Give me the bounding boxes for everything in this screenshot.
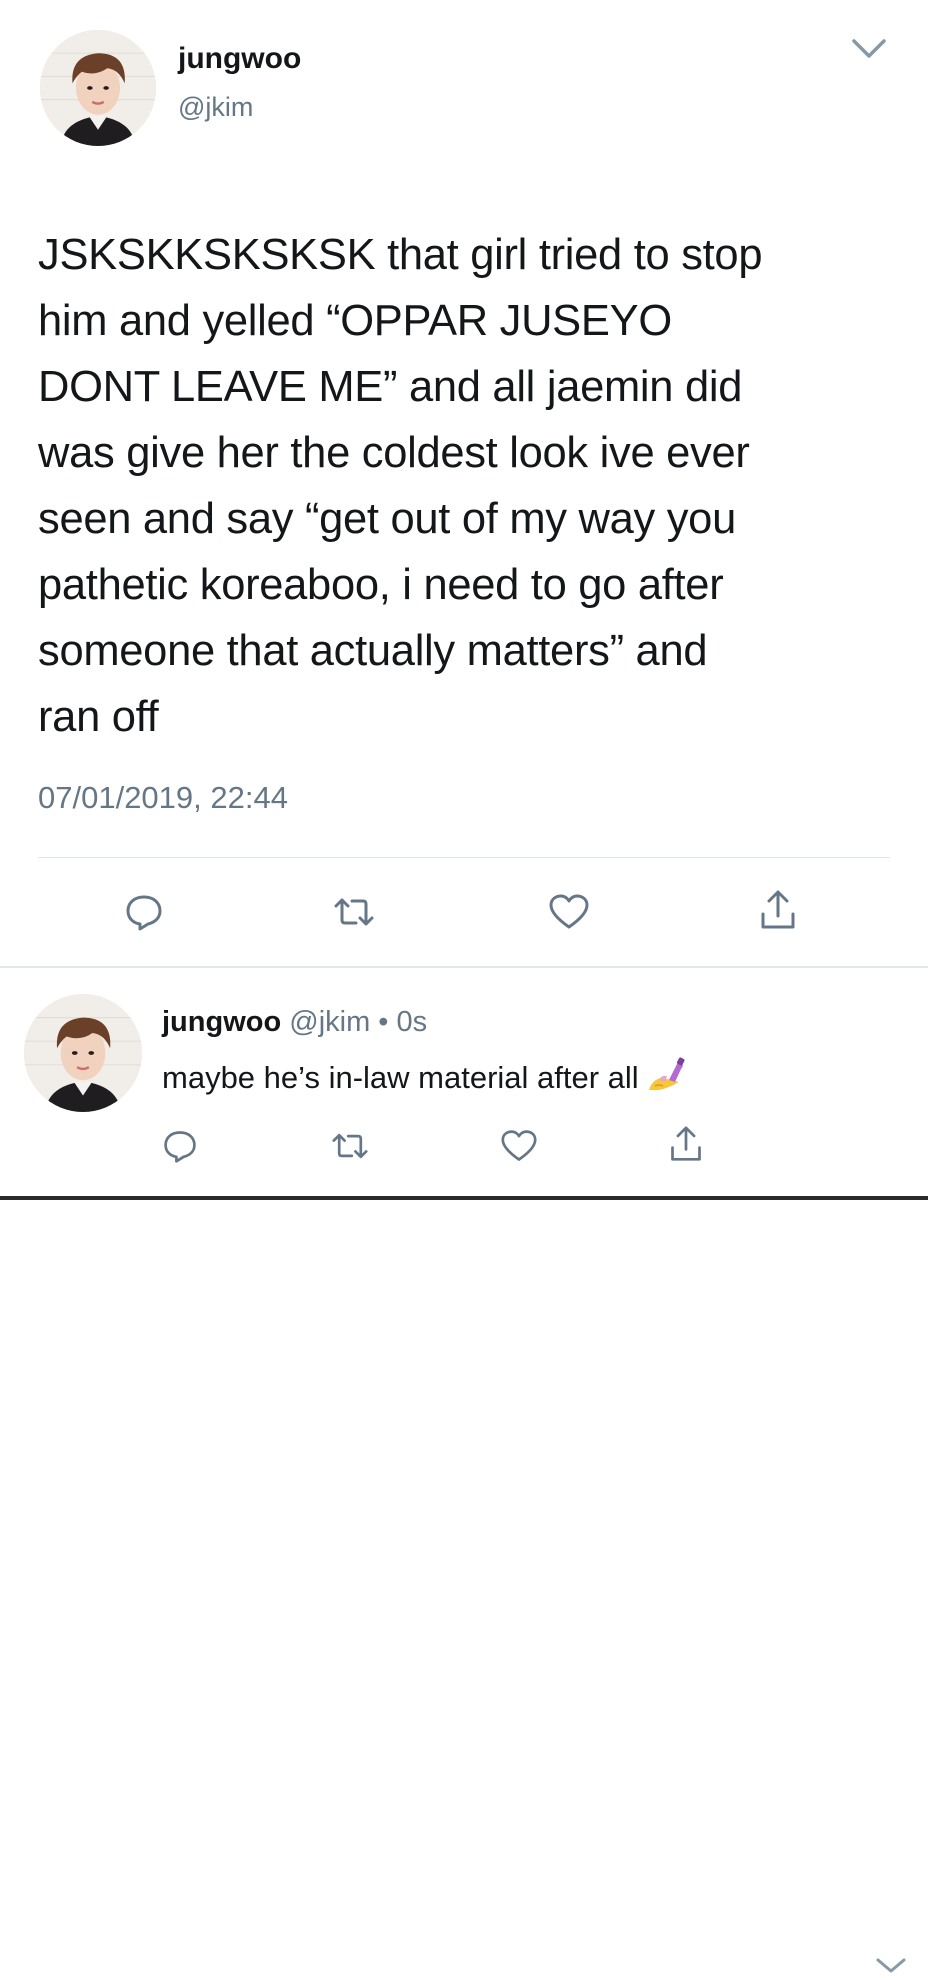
tweet-timestamp[interactable]: 07/01/2019, 22:44: [38, 780, 288, 816]
reply-text-content: maybe he’s in-law material after all: [162, 1060, 639, 1095]
like-icon[interactable]: [500, 1128, 538, 1164]
retweet-icon[interactable]: [332, 892, 376, 932]
divider: [38, 857, 890, 858]
reply-icon[interactable]: [162, 1128, 198, 1164]
avatar[interactable]: [24, 994, 142, 1112]
share-icon[interactable]: [668, 1124, 704, 1164]
tweet-text-line: JSKSKKSKSKSK that girl tried to stop: [38, 231, 763, 279]
separator-dot: •: [378, 1006, 389, 1038]
reply-text: maybe he’s in-law material after all: [162, 1056, 689, 1096]
reply-header: jungwoo @jkim • 0s: [162, 1006, 427, 1039]
tweet-text-line: pathetic koreaboo, i need to go after: [38, 561, 724, 609]
main-tweet: jungwoo @jkim JSKSKKSKSKSK that girl tri…: [0, 0, 928, 968]
tweet-text-line: DONT LEAVE ME” and all jaemin did: [38, 363, 743, 411]
avatar[interactable]: [40, 30, 156, 146]
tweet-text-line: was give her the coldest look ive ever: [38, 429, 750, 477]
avatar-image: [40, 30, 156, 146]
chevron-down-icon[interactable]: [850, 36, 888, 62]
nail-polish-icon: [645, 1056, 689, 1096]
user-handle[interactable]: @jkim: [289, 1006, 370, 1038]
avatar-image: [24, 994, 142, 1112]
chevron-down-icon[interactable]: [874, 1956, 908, 1976]
display-name[interactable]: jungwoo: [178, 42, 301, 76]
tweet-text-line: ran off: [38, 693, 159, 741]
share-icon[interactable]: [758, 888, 798, 932]
display-name[interactable]: jungwoo: [162, 1006, 281, 1038]
retweet-icon[interactable]: [330, 1128, 370, 1164]
tweet-text-line: seen and say “get out of my way you: [38, 495, 736, 543]
reply-tweet[interactable]: jungwoo @jkim • 0s maybe he’s in-law mat…: [0, 968, 928, 1973]
bottom-edge: [0, 1196, 928, 1200]
user-handle[interactable]: @jkim: [178, 92, 253, 123]
tweet-text-line: someone that actually matters” and: [38, 627, 708, 675]
tweet-text-line: him and yelled “OPPAR JUSEYO: [38, 297, 672, 345]
reply-time: 0s: [396, 1006, 428, 1038]
tweet-text: JSKSKKSKSKSK that girl tried to stop him…: [38, 222, 898, 750]
reply-icon[interactable]: [124, 892, 164, 932]
like-icon[interactable]: [548, 892, 590, 932]
